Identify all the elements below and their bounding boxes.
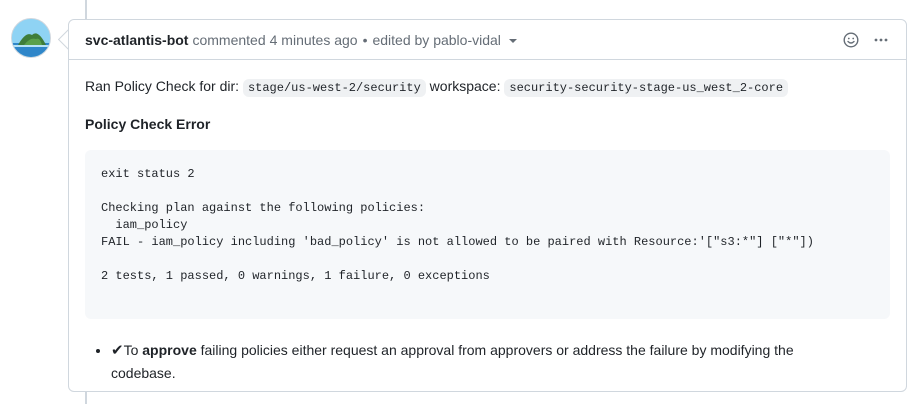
comment-action: commented bbox=[192, 31, 266, 48]
workspace-label: workspace: bbox=[429, 78, 501, 94]
dir-code: stage/us-west-2/security bbox=[242, 79, 426, 97]
intro-text: Ran Policy Check for dir: bbox=[85, 78, 240, 94]
list-item: ✔To approve failing policies either requ… bbox=[111, 339, 890, 384]
header-actions bbox=[842, 31, 890, 49]
separator-dot: • bbox=[362, 31, 368, 48]
island-avatar-icon bbox=[12, 19, 50, 57]
smiley-icon[interactable] bbox=[842, 31, 860, 49]
comment-body: Ran Policy Check for dir: stage/us-west-… bbox=[69, 60, 906, 384]
workspace-code: security-security-stage-us_west_2-core bbox=[504, 79, 789, 97]
author-link[interactable]: svc-atlantis-bot bbox=[85, 32, 188, 48]
avatar[interactable] bbox=[11, 18, 51, 58]
note-prefix: To bbox=[123, 342, 143, 358]
comment-header: svc-atlantis-bot commented 4 minutes ago… bbox=[69, 20, 906, 60]
chevron-down-icon[interactable] bbox=[508, 38, 517, 43]
notes-list: ✔To approve failing policies either requ… bbox=[85, 339, 890, 384]
error-heading: Policy Check Error bbox=[85, 116, 211, 132]
error-code-block: exit status 2 Checking plan against the … bbox=[85, 150, 890, 319]
policy-check-summary: Ran Policy Check for dir: stage/us-west-… bbox=[85, 76, 890, 98]
kebab-menu-icon[interactable] bbox=[872, 31, 890, 49]
comment-time[interactable]: 4 minutes ago bbox=[270, 32, 358, 48]
check-icon: ✔ bbox=[111, 342, 124, 359]
note-bold: approve bbox=[142, 342, 197, 358]
comment-box: svc-atlantis-bot commented 4 minutes ago… bbox=[68, 19, 907, 392]
note-rest: failing policies either request an appro… bbox=[111, 342, 794, 381]
edited-by[interactable]: edited by pablo-vidal bbox=[372, 32, 500, 48]
